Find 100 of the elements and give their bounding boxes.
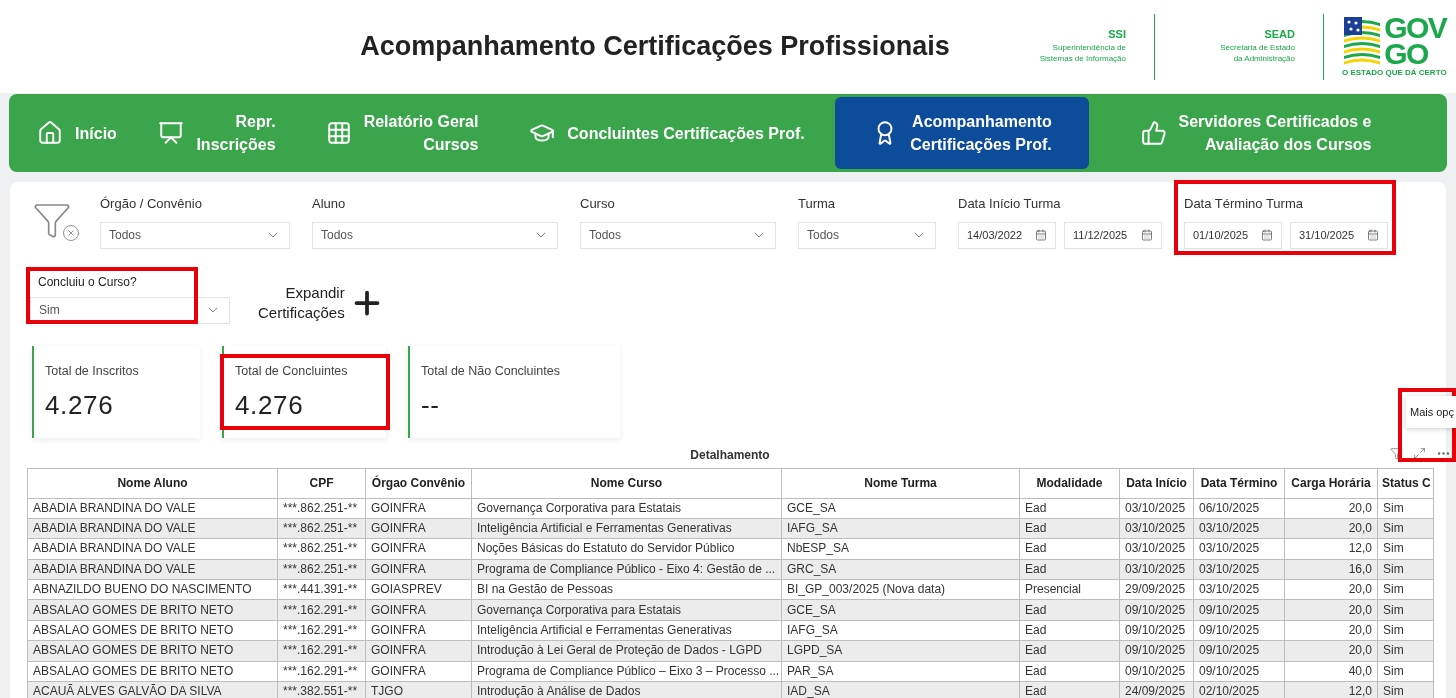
table-cell: 09/10/2025: [1119, 620, 1194, 641]
table-cell: IAFG_SA: [781, 620, 1020, 641]
table-cell: Introdução à Lei Geral de Proteção de Dados - LGPD: [471, 640, 782, 662]
column-header[interactable]: Órgao Convênio: [365, 468, 472, 498]
table-cell: GOINFRA: [365, 518, 472, 539]
table-cell: 03/10/2025: [1193, 518, 1285, 539]
thumbs-up-icon: [1140, 120, 1167, 146]
table-cell: Sim: [1377, 518, 1434, 539]
column-header[interactable]: Nome Aluno: [27, 468, 278, 498]
table-cell: Noções Básicas do Estatuto do Servidor Público: [471, 538, 782, 560]
filter-label: Turma: [798, 195, 837, 213]
table-cell: ***.862.251-**: [277, 538, 366, 560]
table-cell: ABSALAO GOMES DE BRITO NETO: [27, 599, 278, 621]
table-cell: Programa de Compliance Público - Eixo 4: Gestão de ...: [471, 559, 782, 580]
kpi-value: 4.276: [45, 389, 115, 423]
table-cell: ***.162.291-**: [277, 620, 366, 641]
table-cell: Sim: [1377, 579, 1434, 600]
kpi-value: --: [421, 389, 441, 423]
table-cell: ABADIA BRANDINA DO VALE: [27, 538, 278, 560]
table-cell: ***.441.391-**: [277, 579, 366, 600]
table-cell: Presencial: [1019, 579, 1120, 600]
table-cell: 09/10/2025: [1193, 620, 1285, 641]
table-cell: 03/10/2025: [1119, 538, 1194, 560]
org-name: Sistemas de Informação: [1039, 53, 1126, 64]
table-cell: Ead: [1019, 559, 1120, 580]
dropdown[interactable]: Todos: [100, 221, 290, 249]
grid-icon: [325, 120, 352, 146]
table-cell: ***.162.291-**: [277, 661, 366, 682]
table-cell: Ead: [1019, 640, 1120, 662]
org-name: da Administração: [1233, 53, 1295, 64]
table-cell: ***.862.251-**: [277, 518, 366, 539]
table-cell: Ead: [1019, 538, 1120, 560]
column-header[interactable]: Data Início: [1119, 468, 1194, 498]
column-header[interactable]: Data Término: [1193, 468, 1285, 498]
table-cell: Sim: [1377, 599, 1434, 621]
table-cell: 03/10/2025: [1119, 559, 1194, 580]
table-cell: GOINFRA: [365, 599, 472, 621]
page-title: Acompanhamento Certificações Profissionais: [360, 30, 950, 64]
table-cell: Inteligência Artificial e Ferramentas Generativas: [471, 620, 782, 641]
table-cell: 29/09/2025: [1119, 579, 1194, 600]
column-header[interactable]: Carga Horária: [1284, 468, 1378, 498]
table-cell: 09/10/2025: [1119, 599, 1194, 621]
table-cell: Sim: [1377, 661, 1434, 682]
table-cell: GOIASPREV: [365, 579, 472, 600]
dropdown[interactable]: Todos: [798, 221, 936, 249]
expand-button[interactable]: Expandir Certificações: [258, 283, 385, 323]
table-cell: Sim: [1377, 538, 1434, 560]
table-cell: GOINFRA: [365, 559, 472, 580]
table-cell: Ead: [1019, 620, 1120, 641]
table-cell: ABNAZILDO BUENO DO NASCIMENTO: [27, 579, 278, 600]
table-cell: 40,0: [1284, 661, 1378, 682]
column-header[interactable]: CPF: [277, 468, 366, 498]
focus-mode-icon[interactable]: [1413, 446, 1426, 460]
column-header[interactable]: Modalidade: [1019, 468, 1120, 498]
logo-text: GOV: [1384, 14, 1447, 41]
table-cell: 03/10/2025: [1193, 538, 1285, 560]
table-cell: 03/10/2025: [1119, 518, 1194, 539]
nav-tab[interactable]: Acompanhamento Certificações Prof.: [835, 97, 1089, 169]
table-cell: 20,0: [1284, 498, 1378, 519]
home-icon: [37, 120, 64, 146]
table-cell: ***.862.251-**: [277, 559, 366, 580]
table-cell: GCE_SA: [781, 599, 1020, 621]
kpi-label: Total de Não Concluintes: [421, 362, 561, 380]
table-cell: GCE_SA: [781, 498, 1020, 519]
filter-label: Órgão / Convênio: [100, 195, 203, 213]
calendar-icon: [1141, 229, 1153, 241]
date-field[interactable]: 31/10/2025: [1290, 221, 1388, 249]
dropdown[interactable]: Todos: [580, 221, 776, 249]
column-header[interactable]: Status C: [1377, 468, 1434, 498]
column-header[interactable]: Nome Curso: [471, 468, 782, 498]
filter-label: Data Término Turma: [1184, 195, 1304, 213]
filter-label: Data Início Turma: [958, 195, 1062, 213]
table-cell: 20,0: [1284, 620, 1378, 641]
table-title: Detalhamento: [690, 446, 770, 464]
table-cell: ***.862.251-**: [277, 498, 366, 519]
dropdown[interactable]: Todos: [312, 221, 558, 249]
table-cell: NbESP_SA: [781, 538, 1020, 560]
calendar-icon: [1367, 229, 1379, 241]
org-acronym: SSI: [1108, 29, 1126, 40]
table-cell: 09/10/2025: [1119, 640, 1194, 662]
org-acronym: SEAD: [1264, 29, 1295, 40]
table-cell: PAR_SA: [781, 661, 1020, 682]
org-name: Superintendência de: [1052, 42, 1126, 53]
table-cell: Ead: [1019, 498, 1120, 519]
table-cell: Ead: [1019, 661, 1120, 682]
table-cell: ABSALAO GOMES DE BRITO NETO: [27, 640, 278, 662]
table-cell: BI na Gestão de Pessoas: [471, 579, 782, 600]
date-field[interactable]: 01/10/2025: [1184, 221, 1282, 249]
column-header[interactable]: Nome Turma: [781, 468, 1020, 498]
table-cell: 03/10/2025: [1193, 559, 1285, 580]
date-field[interactable]: 14/03/2022: [958, 221, 1056, 249]
kpi-value: 4.276: [235, 389, 305, 423]
presentation-icon: [158, 120, 185, 146]
table-cell: Sim: [1377, 498, 1434, 519]
table-cell: 20,0: [1284, 640, 1378, 662]
table-cell: BI_GP_003/2025 (Nova data): [781, 579, 1020, 600]
filter-label: Aluno: [312, 195, 347, 213]
table-cell: ***.162.291-**: [277, 640, 366, 662]
date-field[interactable]: 11/12/2025: [1064, 221, 1162, 249]
table-cell: ABADIA BRANDINA DO VALE: [27, 559, 278, 580]
